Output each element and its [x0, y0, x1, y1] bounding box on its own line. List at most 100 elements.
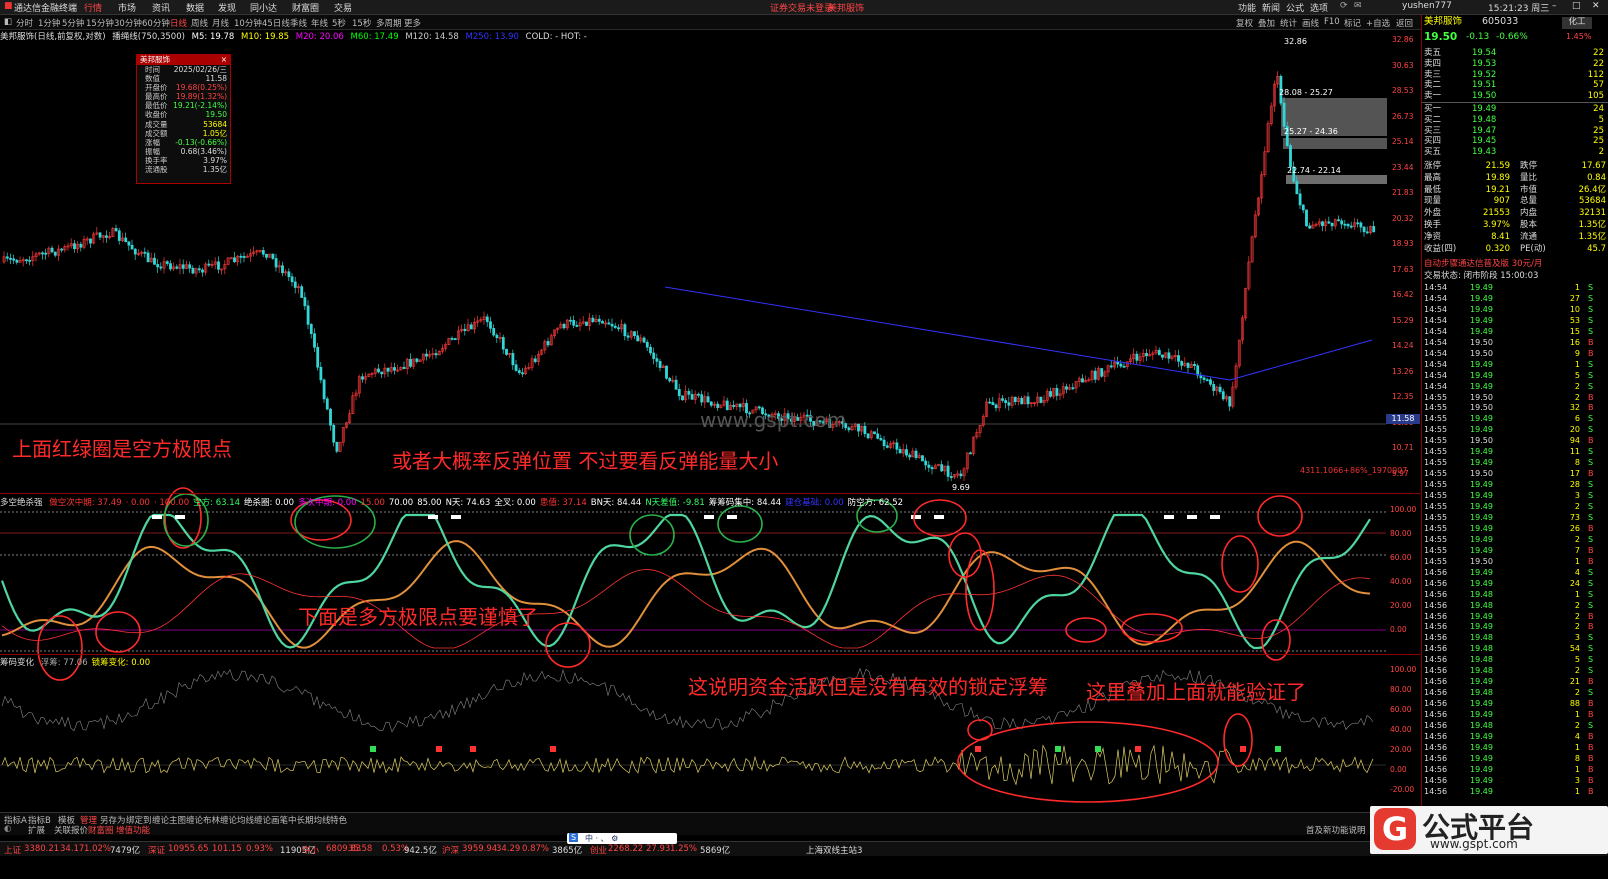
candle-body: [517, 370, 521, 373]
indicator-tab[interactable]: 财富圈: [88, 824, 114, 836]
candle-body: [898, 449, 902, 454]
ask-price: 19.51: [1472, 80, 1497, 91]
indicator-tab[interactable]: 缠论布林: [186, 814, 220, 826]
candle-body: [697, 393, 700, 396]
stat-value: 32131: [1578, 208, 1606, 219]
candle-body: [329, 408, 332, 426]
tick-price: 19.48: [1470, 721, 1493, 730]
tick-time: 14:56: [1424, 633, 1448, 643]
sector-badge[interactable]: 化工: [1562, 17, 1592, 29]
candle-body: [261, 250, 265, 255]
ask-row[interactable]: 卖一 19.50 105: [1422, 91, 1608, 102]
tick-side: B: [1588, 348, 1594, 358]
ask-row[interactable]: 卖四 19.53 22: [1422, 59, 1608, 70]
bid-row[interactable]: 买二 19.48 5: [1422, 115, 1608, 126]
bid-row[interactable]: 买三 19.47 25: [1422, 126, 1608, 137]
stat-value: 21553: [1482, 208, 1510, 219]
tick-volume: 73: [1569, 512, 1580, 522]
indicator2-legend-item: 锁筹变化: 0.00: [91, 658, 151, 668]
candle-body: [1020, 397, 1024, 405]
tick-side: S: [1588, 293, 1594, 303]
ime-icon[interactable]: S: [569, 833, 579, 842]
bid-row[interactable]: 买五 19.43 2: [1422, 147, 1608, 158]
chart-canvas[interactable]: [0, 0, 1608, 879]
candle-body: [546, 341, 550, 346]
tick-time: 14:55: [1424, 545, 1448, 555]
tick-price: 19.50: [1470, 403, 1493, 413]
panel-divider-2[interactable]: [0, 654, 1420, 655]
tick-time: 14:54: [1424, 283, 1448, 292]
axis-tick-label: 40.00: [1390, 577, 1412, 586]
indicator-tab[interactable]: 扩展: [28, 824, 45, 836]
feature-help-link[interactable]: 首及新功能说明: [1306, 824, 1366, 836]
tick-volume: 1: [1574, 742, 1580, 752]
candle-body: [1167, 352, 1171, 359]
indicator1-name[interactable]: 多空绝杀强: [0, 498, 43, 508]
candle-body: [159, 266, 163, 269]
bid-row[interactable]: 买一 19.49 24: [1422, 104, 1608, 115]
index-quote-item[interactable]: 上海双线主站3: [806, 844, 862, 856]
index-quote-item[interactable]: 上证: [4, 844, 21, 856]
ask-volume: 112: [1587, 69, 1604, 80]
tick-side: S: [1588, 688, 1594, 698]
promo-notice[interactable]: 自动步骤通达信普及版 30元/月: [1424, 259, 1542, 270]
tick-price: 19.48: [1470, 644, 1493, 654]
indicator-tab[interactable]: 缠论画笔: [254, 814, 288, 826]
crosshair-info-box[interactable]: 美邦服饰 × 时间 2025/02/26/三 数值 11.58 开盘价 19.68(0.2…: [136, 54, 231, 184]
sector-pct: 1.45%: [1566, 32, 1592, 41]
tick-side: B: [1588, 337, 1594, 347]
tick-time: 14:56: [1424, 677, 1448, 687]
index-quote-item: 1.25%: [670, 844, 698, 854]
ask-row[interactable]: 卖三 19.52 112: [1422, 70, 1608, 81]
stat-value: 1.35亿: [1578, 220, 1606, 230]
candle-body: [415, 358, 419, 362]
tick-price: 19.49: [1470, 491, 1493, 501]
indicator-tab[interactable]: 特色: [330, 814, 347, 826]
tick-side: S: [1588, 589, 1594, 599]
candle-body: [905, 449, 908, 456]
stat-key: 涨停: [1424, 161, 1442, 171]
index-quote-item[interactable]: 中小: [302, 844, 319, 856]
tick-time: 14:54: [1424, 293, 1448, 303]
stat-key: 最低: [1424, 184, 1442, 195]
axis-tick-label: 0.00: [1390, 765, 1407, 774]
ask-row[interactable]: 卖五 19.54 22: [1422, 48, 1608, 59]
ime-toolbar[interactable]: S 中 · 、 ⚙: [567, 833, 677, 844]
index-quote-item: 3959.94: [462, 844, 498, 854]
stat-value: 8.41: [1491, 231, 1510, 242]
indicator2-name[interactable]: 筹码变化: [0, 658, 34, 668]
tick-time: 14:55: [1424, 458, 1448, 468]
index-quote-item[interactable]: 沪深: [442, 844, 459, 856]
tick-volume: 1: [1574, 589, 1580, 599]
annotation-circle: [717, 505, 763, 543]
panel-divider-1[interactable]: [0, 493, 1420, 494]
tick-time: 14:54: [1424, 348, 1448, 358]
tick-row: 14:56 19.49 4 B: [1422, 732, 1608, 743]
candle-body: [201, 269, 204, 273]
axis-tick-label: 17.63: [1392, 264, 1414, 274]
tick-volume: 2: [1574, 600, 1580, 610]
stat-key: 市值: [1520, 184, 1538, 195]
indicator-tab[interactable]: 中长期均线: [288, 814, 331, 826]
candle-body: [181, 264, 185, 269]
indicator-tab[interactable]: 增值功能: [116, 824, 150, 836]
indicator-tab[interactable]: 缠论均线: [220, 814, 254, 826]
index-quote-item[interactable]: 创业: [590, 844, 607, 856]
index-quote-item[interactable]: 深证: [148, 844, 165, 856]
ask-row[interactable]: 卖二 19.51 57: [1422, 80, 1608, 91]
index-quote-item: 2268.22: [608, 844, 644, 854]
tick-time: 14:56: [1424, 710, 1448, 720]
infobox-rows: 时间 2025/02/26/三 数值 11.58 开盘价 19.68(0.25%) 最高价 1…: [137, 65, 230, 174]
tick-row: 14:54 19.49 15 S: [1422, 327, 1608, 338]
toggle-icon[interactable]: ◐: [4, 824, 11, 834]
tick-volume: 2: [1574, 381, 1580, 391]
infobox-close-icon[interactable]: ×: [221, 55, 227, 65]
indicator-tab[interactable]: 关联报价: [54, 824, 88, 836]
tick-time: 14:54: [1424, 381, 1448, 391]
indicator-tab[interactable]: 缠论主图: [152, 814, 186, 826]
candle-body: [485, 316, 489, 323]
ime-tools[interactable]: 中 · 、 ⚙: [585, 833, 618, 844]
bid-row[interactable]: 买四 19.45 25: [1422, 136, 1608, 147]
tick-price: 19.49: [1470, 753, 1493, 763]
candle-body: [242, 256, 246, 258]
